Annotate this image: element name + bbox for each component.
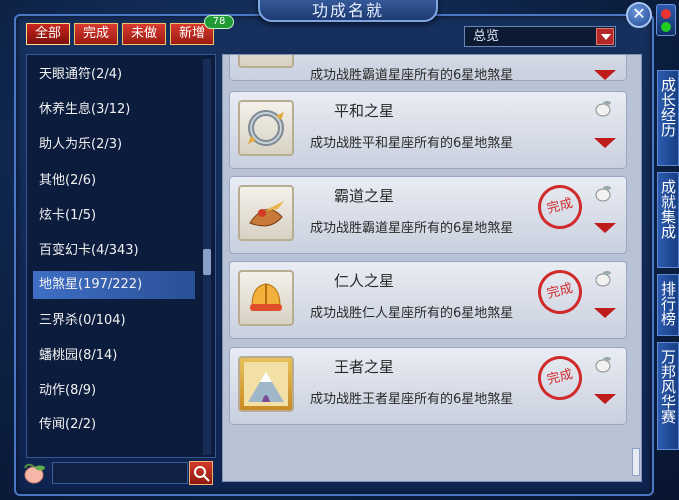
- expand-arrow-icon[interactable]: [594, 394, 616, 404]
- peach-icon: [592, 183, 614, 203]
- side-tab-label: 成长经历: [659, 77, 677, 137]
- achievement-scrollbar-thumb[interactable]: [632, 448, 640, 476]
- side-tab-growth[interactable]: 成长经历: [657, 70, 679, 166]
- peach-icon: [20, 460, 50, 486]
- completed-seal-stamp: 完成: [533, 351, 587, 405]
- search-button[interactable]: [189, 461, 213, 485]
- game-screen: 功成名就 ✕ 全部 完成 未做 新增 78 总览 天眼通符(2/4) 休养生息(…: [0, 0, 679, 500]
- category-item[interactable]: 三界杀(0/104): [33, 307, 195, 335]
- search-input[interactable]: [52, 462, 188, 484]
- achievement-title: 平和之星: [334, 102, 395, 120]
- tab-not-done[interactable]: 未做: [122, 23, 166, 45]
- category-item[interactable]: 蟠桃园(8/14): [33, 342, 195, 370]
- side-tab-contest[interactable]: 万邦风华赛: [657, 342, 679, 450]
- ring-icon: [238, 100, 294, 156]
- top-right-gem-icon[interactable]: [656, 4, 676, 36]
- achievement-desc: 成功战胜平和星座所有的6星地煞星: [310, 136, 514, 151]
- filter-tabs: 全部 完成 未做 新增: [26, 23, 214, 45]
- side-tab-achievements[interactable]: 成就集成: [657, 172, 679, 268]
- achievement-title: 仁人之星: [334, 272, 395, 290]
- category-item[interactable]: 助人为乐(2/3): [33, 131, 195, 159]
- expand-arrow-icon[interactable]: [594, 308, 616, 318]
- achievement-list: 成功战胜霸道星座所有的6星地煞星 平和之星 成功战胜平和星座所有的6星地煞星 霸…: [222, 54, 642, 482]
- expand-arrow-icon[interactable]: [594, 138, 616, 148]
- side-tab-label: 成就集成: [659, 179, 677, 239]
- chevron-down-icon[interactable]: [596, 28, 614, 45]
- achievement-card[interactable]: 平和之星 成功战胜平和星座所有的6星地煞星: [229, 91, 627, 169]
- achievement-title: 王者之星: [334, 358, 395, 376]
- completed-seal-stamp: 完成: [533, 180, 587, 234]
- achievement-card[interactable]: 霸道之星 成功战胜霸道星座所有的6星地煞星 完成: [229, 176, 627, 254]
- category-item[interactable]: 休养生息(3/12): [33, 96, 195, 124]
- category-item[interactable]: 动作(8/9): [33, 377, 195, 405]
- achievement-title: 霸道之星: [334, 187, 395, 205]
- side-tab-label: 排行榜: [659, 281, 677, 326]
- completed-seal-stamp: 完成: [533, 265, 587, 319]
- overview-select[interactable]: 总览: [464, 26, 616, 47]
- category-item[interactable]: 天眼通符(2/4): [33, 61, 195, 89]
- achievement-desc: 成功战胜霸道星座所有的6星地煞星: [310, 221, 514, 236]
- category-item[interactable]: 炫卡(1/5): [33, 202, 195, 230]
- mountain-portrait-icon: [238, 356, 294, 412]
- helmet-icon: [238, 270, 294, 326]
- expand-arrow-icon[interactable]: [594, 70, 616, 80]
- new-count-badge: 78: [204, 15, 234, 29]
- peach-icon: [592, 268, 614, 288]
- side-tab-ranking[interactable]: 排行榜: [657, 274, 679, 336]
- achievement-card[interactable]: 成功战胜霸道星座所有的6星地煞星: [229, 55, 627, 83]
- category-item[interactable]: 其他(2/6): [33, 167, 195, 195]
- tab-completed[interactable]: 完成: [74, 23, 118, 45]
- window-title: 功成名就: [258, 0, 438, 22]
- achievement-icon: [238, 55, 294, 68]
- achievement-desc: 成功战胜仁人星座所有的6星地煞星: [310, 306, 514, 321]
- peach-icon: [592, 98, 614, 118]
- achievement-desc: 成功战胜王者星座所有的6星地煞星: [310, 392, 514, 407]
- achievement-card[interactable]: 王者之星 成功战胜王者星座所有的6星地煞星 完成: [229, 347, 627, 425]
- expand-arrow-icon[interactable]: [594, 223, 616, 233]
- flame-shell-icon: [238, 185, 294, 241]
- category-item-selected[interactable]: 地煞星(197/222): [33, 271, 195, 299]
- overview-select-value: 总览: [473, 29, 500, 44]
- achievement-desc: 成功战胜霸道星座所有的6星地煞星: [310, 68, 514, 83]
- category-scrollbar-thumb[interactable]: [203, 249, 211, 275]
- tab-all[interactable]: 全部: [26, 23, 70, 45]
- close-button[interactable]: ✕: [626, 2, 652, 28]
- peach-icon: [592, 354, 614, 374]
- category-item[interactable]: 百变幻卡(4/343): [33, 237, 195, 265]
- achievement-card[interactable]: 仁人之星 成功战胜仁人星座所有的6星地煞星 完成: [229, 261, 627, 339]
- category-list: 天眼通符(2/4) 休养生息(3/12) 助人为乐(2/3) 其他(2/6) 炫…: [26, 54, 216, 458]
- category-item[interactable]: 传闻(2/2): [33, 411, 195, 439]
- side-tab-label: 万邦风华赛: [659, 349, 677, 424]
- search-icon: [194, 466, 210, 482]
